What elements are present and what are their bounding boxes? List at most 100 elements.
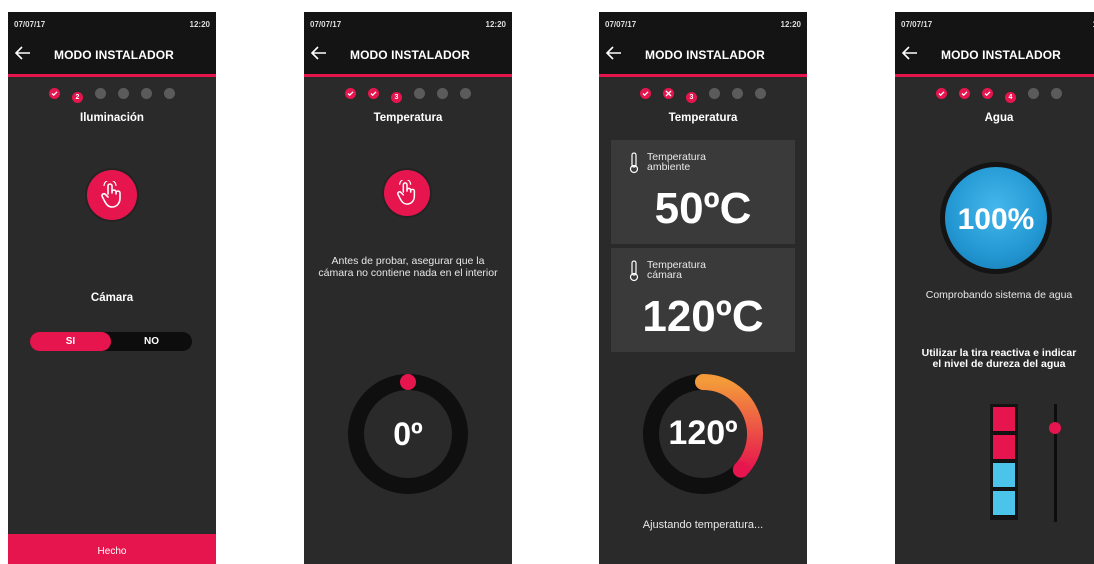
status-bar: 07/07/17 12:20 bbox=[895, 12, 1094, 34]
toggle-no[interactable]: NO bbox=[111, 332, 192, 351]
cross-icon bbox=[665, 90, 672, 97]
page-title: MODO INSTALADOR bbox=[941, 48, 1061, 62]
screen-temperatura-ajuste: 07/07/17 12:20 MODO INSTALADOR 3 Tempera… bbox=[599, 12, 807, 564]
adjusting-status: Ajustando temperatura... bbox=[642, 519, 764, 531]
ambient-value: 50ºC bbox=[654, 184, 752, 233]
screen-title: Temperatura bbox=[668, 112, 738, 124]
step-dot-2 bbox=[368, 88, 379, 99]
chamber-temperature-card: Temperatura cámara 120ºC bbox=[611, 248, 795, 352]
gauge-thumb[interactable] bbox=[732, 461, 749, 478]
test-temperature-button[interactable] bbox=[384, 170, 430, 216]
check-icon bbox=[51, 91, 58, 97]
ambient-label-line2: ambiente bbox=[647, 161, 691, 173]
back-arrow-icon[interactable] bbox=[605, 44, 623, 62]
test-light-button[interactable] bbox=[87, 170, 137, 220]
step-dot-6 bbox=[460, 88, 471, 99]
step-dot-1 bbox=[640, 88, 651, 99]
step-dot-2: 2 bbox=[72, 92, 83, 103]
status-date: 07/07/17 bbox=[901, 20, 933, 29]
status-time: 12:20 bbox=[485, 20, 506, 29]
step-dot-4 bbox=[118, 88, 129, 99]
check-icon bbox=[961, 91, 968, 97]
step-dot-2 bbox=[663, 88, 674, 99]
step-dot-1 bbox=[49, 88, 60, 99]
step-dot-6 bbox=[755, 88, 766, 99]
screen-title: Iluminación bbox=[80, 112, 144, 124]
hardness-cell-4[interactable] bbox=[992, 490, 1016, 516]
step-indicator: 2 bbox=[8, 88, 216, 103]
page-title: MODO INSTALADOR bbox=[350, 48, 470, 62]
step-dot-4 bbox=[709, 88, 720, 99]
temperature-gauge: 0º bbox=[346, 372, 470, 496]
touch-hand-icon bbox=[397, 180, 416, 205]
gauge-value: 120º bbox=[668, 414, 738, 452]
screen-temperatura-inicio: 07/07/17 12:20 MODO INSTALADOR 3 Tempera… bbox=[304, 12, 512, 564]
step-dot-6 bbox=[1051, 88, 1062, 99]
page-title: MODO INSTALADOR bbox=[54, 48, 174, 62]
water-level-indicator: 100% bbox=[940, 162, 1052, 274]
water-level-value: 100% bbox=[957, 203, 1035, 236]
status-bar: 07/07/17 12:20 bbox=[304, 12, 512, 34]
step-dot-3: 3 bbox=[391, 92, 402, 103]
step-dot-5 bbox=[141, 88, 152, 99]
step-dot-1 bbox=[936, 88, 947, 99]
screen-iluminacion: 07/07/17 12:20 MODO INSTALADOR 2 Ilumina… bbox=[8, 12, 216, 564]
step-dot-3 bbox=[95, 88, 106, 99]
screen-title: Temperatura bbox=[373, 112, 443, 124]
status-time: 12:20 bbox=[189, 20, 210, 29]
step-indicator: 4 bbox=[895, 88, 1094, 103]
warning-note: Antes de probar, asegurar que la cámara … bbox=[318, 255, 498, 279]
step-indicator: 3 bbox=[304, 88, 512, 103]
step-indicator: 3 bbox=[599, 88, 807, 103]
step-dot-1 bbox=[345, 88, 356, 99]
status-date: 07/07/17 bbox=[605, 20, 637, 29]
step-dot-3 bbox=[982, 88, 993, 99]
app-bar: MODO INSTALADOR bbox=[8, 34, 216, 77]
check-icon bbox=[938, 91, 945, 97]
hardness-cell-2[interactable] bbox=[992, 434, 1016, 460]
hardness-cell-1[interactable] bbox=[992, 406, 1016, 432]
chamber-value: 120ºC bbox=[642, 292, 764, 341]
status-time: 12:20 bbox=[780, 20, 801, 29]
step-dot-6 bbox=[164, 88, 175, 99]
thermometer-icon bbox=[629, 260, 639, 282]
page-title: MODO INSTALADOR bbox=[645, 48, 765, 62]
gauge-thumb[interactable] bbox=[400, 374, 416, 390]
camera-label: Cámara bbox=[90, 292, 134, 304]
check-icon bbox=[642, 91, 649, 97]
screen-title: Agua bbox=[984, 112, 1014, 124]
back-arrow-icon[interactable] bbox=[14, 44, 32, 62]
hardness-instruction: Utilizar la tira reactiva e indicar el n… bbox=[921, 347, 1077, 370]
chamber-label-line2: cámara bbox=[647, 269, 683, 281]
status-bar: 07/07/17 12:20 bbox=[8, 12, 216, 34]
back-arrow-icon[interactable] bbox=[310, 44, 328, 62]
hardness-cell-3[interactable] bbox=[992, 462, 1016, 488]
thermometer-icon bbox=[629, 152, 639, 174]
screen-agua: 07/07/17 12:20 MODO INSTALADOR 4 Agua 10… bbox=[895, 12, 1094, 564]
temperature-gauge: 120º bbox=[641, 372, 765, 496]
ambient-label: Temperatura ambiente bbox=[647, 152, 706, 173]
touch-hand-icon bbox=[101, 181, 121, 208]
check-icon bbox=[347, 91, 354, 97]
status-date: 07/07/17 bbox=[310, 20, 342, 29]
step-dot-4: 4 bbox=[1005, 92, 1016, 103]
step-dot-5 bbox=[437, 88, 448, 99]
checking-water-note: Comprobando sistema de agua bbox=[925, 289, 1073, 301]
app-bar: MODO INSTALADOR bbox=[895, 34, 1094, 77]
check-icon bbox=[984, 91, 991, 97]
status-bar: 07/07/17 12:20 bbox=[599, 12, 807, 34]
camera-toggle[interactable]: SI NO bbox=[30, 332, 192, 351]
step-dot-3: 3 bbox=[686, 92, 697, 103]
ambient-temperature-card: Temperatura ambiente 50ºC bbox=[611, 140, 795, 244]
chamber-label: Temperatura cámara bbox=[647, 260, 706, 281]
step-dot-5 bbox=[732, 88, 743, 99]
done-button[interactable]: Hecho bbox=[8, 534, 216, 564]
back-arrow-icon[interactable] bbox=[901, 44, 919, 62]
step-dot-4 bbox=[414, 88, 425, 99]
toggle-yes[interactable]: SI bbox=[30, 332, 111, 351]
hardness-slider-thumb[interactable] bbox=[1049, 421, 1061, 434]
step-dot-5 bbox=[1028, 88, 1039, 99]
app-bar: MODO INSTALADOR bbox=[599, 34, 807, 77]
check-icon bbox=[370, 91, 377, 97]
step-dot-2 bbox=[959, 88, 970, 99]
